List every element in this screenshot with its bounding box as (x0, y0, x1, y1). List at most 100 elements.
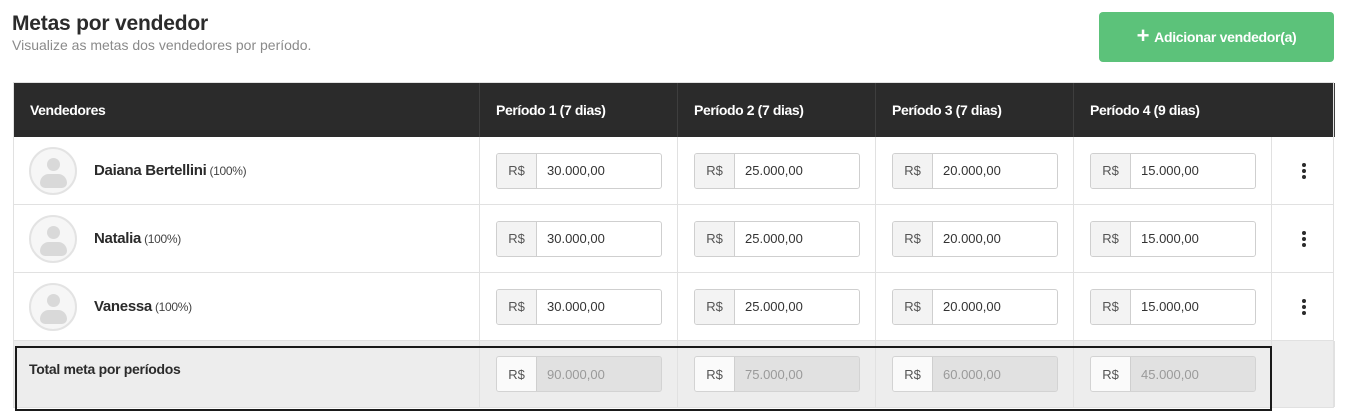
currency-prefix: R$ (1091, 153, 1131, 188)
table-row: Natalia (100%) R$ 30.000,00 R$ 25.000,00 R$… (14, 205, 1333, 273)
column-header-period-3: Período 3 (7 dias) (876, 83, 1074, 137)
goal-input[interactable]: R$ 30.000,00 (496, 288, 662, 325)
total-value: 90.000,00 (537, 357, 661, 391)
total-field: R$ 60.000,00 (892, 356, 1058, 392)
period-3-cell: R$ 20.000,00 (876, 273, 1074, 340)
actions-cell (1272, 137, 1335, 204)
total-field: R$ 75.000,00 (694, 356, 860, 392)
currency-prefix: R$ (695, 289, 735, 324)
actions-cell (1272, 273, 1335, 340)
currency-prefix: R$ (497, 289, 537, 324)
currency-prefix: R$ (497, 153, 537, 188)
period-1-cell: R$ 30.000,00 (480, 273, 678, 340)
period-2-cell: R$ 25.000,00 (678, 137, 876, 204)
total-label: Total meta por períodos (29, 361, 181, 377)
period-4-cell: R$ 15.000,00 (1074, 137, 1272, 204)
total-period-4-cell: R$ 45.000,00 (1074, 341, 1272, 407)
currency-prefix: R$ (695, 357, 735, 391)
sales-goals-table: Vendedores Período 1 (7 dias) Período 2 … (13, 82, 1335, 408)
seller-percent: (100%) (154, 300, 192, 314)
goal-input[interactable]: R$ 15.000,00 (1090, 220, 1256, 257)
total-value: 60.000,00 (933, 357, 1057, 391)
total-period-2-cell: R$ 75.000,00 (678, 341, 876, 407)
goal-input[interactable]: R$ 20.000,00 (892, 288, 1058, 325)
currency-prefix: R$ (1091, 357, 1131, 391)
goal-input[interactable]: R$ 30.000,00 (496, 220, 662, 257)
table-header: Vendedores Período 1 (7 dias) Período 2 … (14, 83, 1335, 137)
goal-value[interactable]: 15.000,00 (1131, 222, 1255, 256)
period-1-cell: R$ 30.000,00 (480, 137, 678, 204)
period-3-cell: R$ 20.000,00 (876, 205, 1074, 272)
period-2-cell: R$ 25.000,00 (678, 205, 876, 272)
goal-value[interactable]: 20.000,00 (933, 222, 1057, 256)
goal-value[interactable]: 15.000,00 (1131, 154, 1255, 188)
add-seller-button[interactable]: + Adicionar vendedor(a) (1099, 12, 1334, 62)
avatar (29, 214, 77, 263)
seller-name-text: Daiana Bertellini (94, 162, 207, 179)
add-seller-button-label: Adicionar vendedor(a) (1154, 29, 1297, 45)
goal-input[interactable]: R$ 15.000,00 (1090, 288, 1256, 325)
goal-value[interactable]: 20.000,00 (933, 154, 1057, 188)
currency-prefix: R$ (1091, 289, 1131, 324)
goal-input[interactable]: R$ 30.000,00 (496, 152, 662, 189)
avatar (29, 146, 77, 195)
period-2-cell: R$ 25.000,00 (678, 273, 876, 340)
seller-cell: Vanessa (100%) (14, 273, 480, 340)
period-4-cell: R$ 15.000,00 (1074, 273, 1272, 340)
currency-prefix: R$ (893, 357, 933, 391)
period-3-cell: R$ 20.000,00 (876, 137, 1074, 204)
seller-name: Daiana Bertellini (100%) (94, 162, 247, 179)
seller-name: Vanessa (100%) (94, 298, 192, 315)
goal-input[interactable]: R$ 25.000,00 (694, 220, 860, 257)
goal-input[interactable]: R$ 25.000,00 (694, 152, 860, 189)
goal-input[interactable]: R$ 15.000,00 (1090, 152, 1256, 189)
page-subtitle: Visualize as metas dos vendedores por pe… (12, 37, 312, 53)
currency-prefix: R$ (893, 289, 933, 324)
goal-input[interactable]: R$ 20.000,00 (892, 220, 1058, 257)
column-header-period-4: Período 4 (9 dias) (1090, 102, 1200, 118)
avatar (29, 282, 77, 331)
total-period-1-cell: R$ 90.000,00 (480, 341, 678, 407)
seller-cell: Daiana Bertellini (100%) (14, 137, 480, 204)
page-header: Metas por vendedor Visualize as metas do… (12, 12, 311, 53)
currency-prefix: R$ (893, 153, 933, 188)
period-4-cell: R$ 15.000,00 (1074, 205, 1272, 272)
goal-value[interactable]: 30.000,00 (537, 154, 661, 188)
table-row: Vanessa (100%) R$ 30.000,00 R$ 25.000,00 R$… (14, 273, 1333, 341)
goal-input[interactable]: R$ 25.000,00 (694, 288, 860, 325)
seller-cell: Natalia (100%) (14, 205, 480, 272)
goal-value[interactable]: 25.000,00 (735, 222, 859, 256)
goal-value[interactable]: 25.000,00 (735, 290, 859, 324)
goal-value[interactable]: 15.000,00 (1131, 290, 1255, 324)
seller-name-text: Natalia (94, 230, 142, 247)
total-value: 75.000,00 (735, 357, 859, 391)
currency-prefix: R$ (695, 221, 735, 256)
total-field: R$ 90.000,00 (496, 356, 662, 392)
total-period-3-cell: R$ 60.000,00 (876, 341, 1074, 407)
goal-value[interactable]: 30.000,00 (537, 222, 661, 256)
table-row: Daiana Bertellini (100%) R$ 30.000,00 R$ 25… (14, 137, 1333, 205)
currency-prefix: R$ (893, 221, 933, 256)
goal-value[interactable]: 20.000,00 (933, 290, 1057, 324)
seller-percent: (100%) (144, 232, 181, 246)
period-1-cell: R$ 30.000,00 (480, 205, 678, 272)
goal-input[interactable]: R$ 20.000,00 (892, 152, 1058, 189)
seller-name-text: Vanessa (94, 298, 152, 315)
goal-value[interactable]: 25.000,00 (735, 154, 859, 188)
currency-prefix: R$ (497, 357, 537, 391)
actions-cell (1272, 205, 1335, 272)
currency-prefix: R$ (497, 221, 537, 256)
kebab-menu-icon[interactable] (1296, 158, 1312, 184)
goal-value[interactable]: 30.000,00 (537, 290, 661, 324)
kebab-menu-icon[interactable] (1296, 294, 1312, 320)
kebab-menu-icon[interactable] (1296, 226, 1312, 252)
column-header-sellers: Vendedores (14, 83, 480, 137)
column-header-period-2: Período 2 (7 dias) (678, 83, 876, 137)
total-actions-cell (1272, 341, 1335, 407)
currency-prefix: R$ (695, 153, 735, 188)
plus-icon: + (1136, 23, 1150, 48)
total-label-cell: Total meta por períodos (14, 341, 480, 407)
total-value: 45.000,00 (1131, 357, 1255, 391)
column-header-actions (1272, 83, 1335, 137)
seller-name: Natalia (100%) (94, 230, 181, 247)
